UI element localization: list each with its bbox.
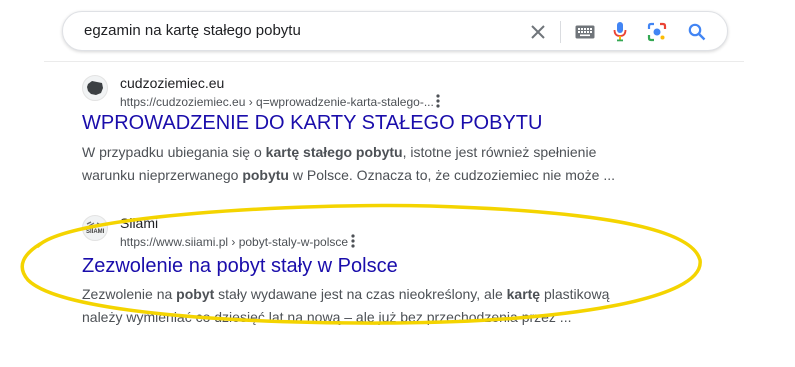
keyboard-icon[interactable] bbox=[572, 19, 598, 45]
result-snippet: W przypadku ubiegania się o kartę stałeg… bbox=[82, 144, 616, 183]
header-separator bbox=[44, 61, 744, 62]
more-options-icon[interactable] bbox=[431, 93, 445, 109]
more-options-icon[interactable] bbox=[346, 233, 360, 249]
search-bar[interactable]: egzamin na kartę stałego pobytu bbox=[62, 11, 728, 51]
search-input[interactable]: egzamin na kartę stałego pobytu bbox=[84, 22, 301, 39]
search-bar-divider bbox=[560, 21, 561, 43]
site-name: cudzoziemiec.eu bbox=[120, 75, 225, 91]
site-url[interactable]: https://cudzoziemiec.eu › q=wprowadzenie… bbox=[120, 95, 434, 109]
clear-icon[interactable] bbox=[525, 19, 551, 45]
lens-icon[interactable] bbox=[644, 19, 670, 45]
site-favicon bbox=[82, 75, 108, 101]
result-title-link[interactable]: WPROWADZENIE DO KARTY STAŁEGO POBYTU bbox=[82, 112, 542, 135]
site-url[interactable]: https://www.siiami.pl › pobyt-staly-w-po… bbox=[120, 235, 348, 249]
result-snippet: Zezwolenie na pobyt stały wydawane jest … bbox=[82, 286, 610, 325]
microphone-icon[interactable] bbox=[607, 19, 633, 45]
siiami-logo-icon: SIIAMI bbox=[86, 221, 105, 235]
poland-map-icon bbox=[87, 81, 103, 95]
svg-text:SIIAMI: SIIAMI bbox=[86, 229, 105, 235]
site-favicon: SIIAMI bbox=[82, 215, 108, 241]
search-icon[interactable] bbox=[684, 19, 710, 45]
result-title-link[interactable]: Zezwolenie na pobyt stały w Polsce bbox=[82, 255, 398, 278]
site-name: Siiami bbox=[120, 215, 159, 231]
